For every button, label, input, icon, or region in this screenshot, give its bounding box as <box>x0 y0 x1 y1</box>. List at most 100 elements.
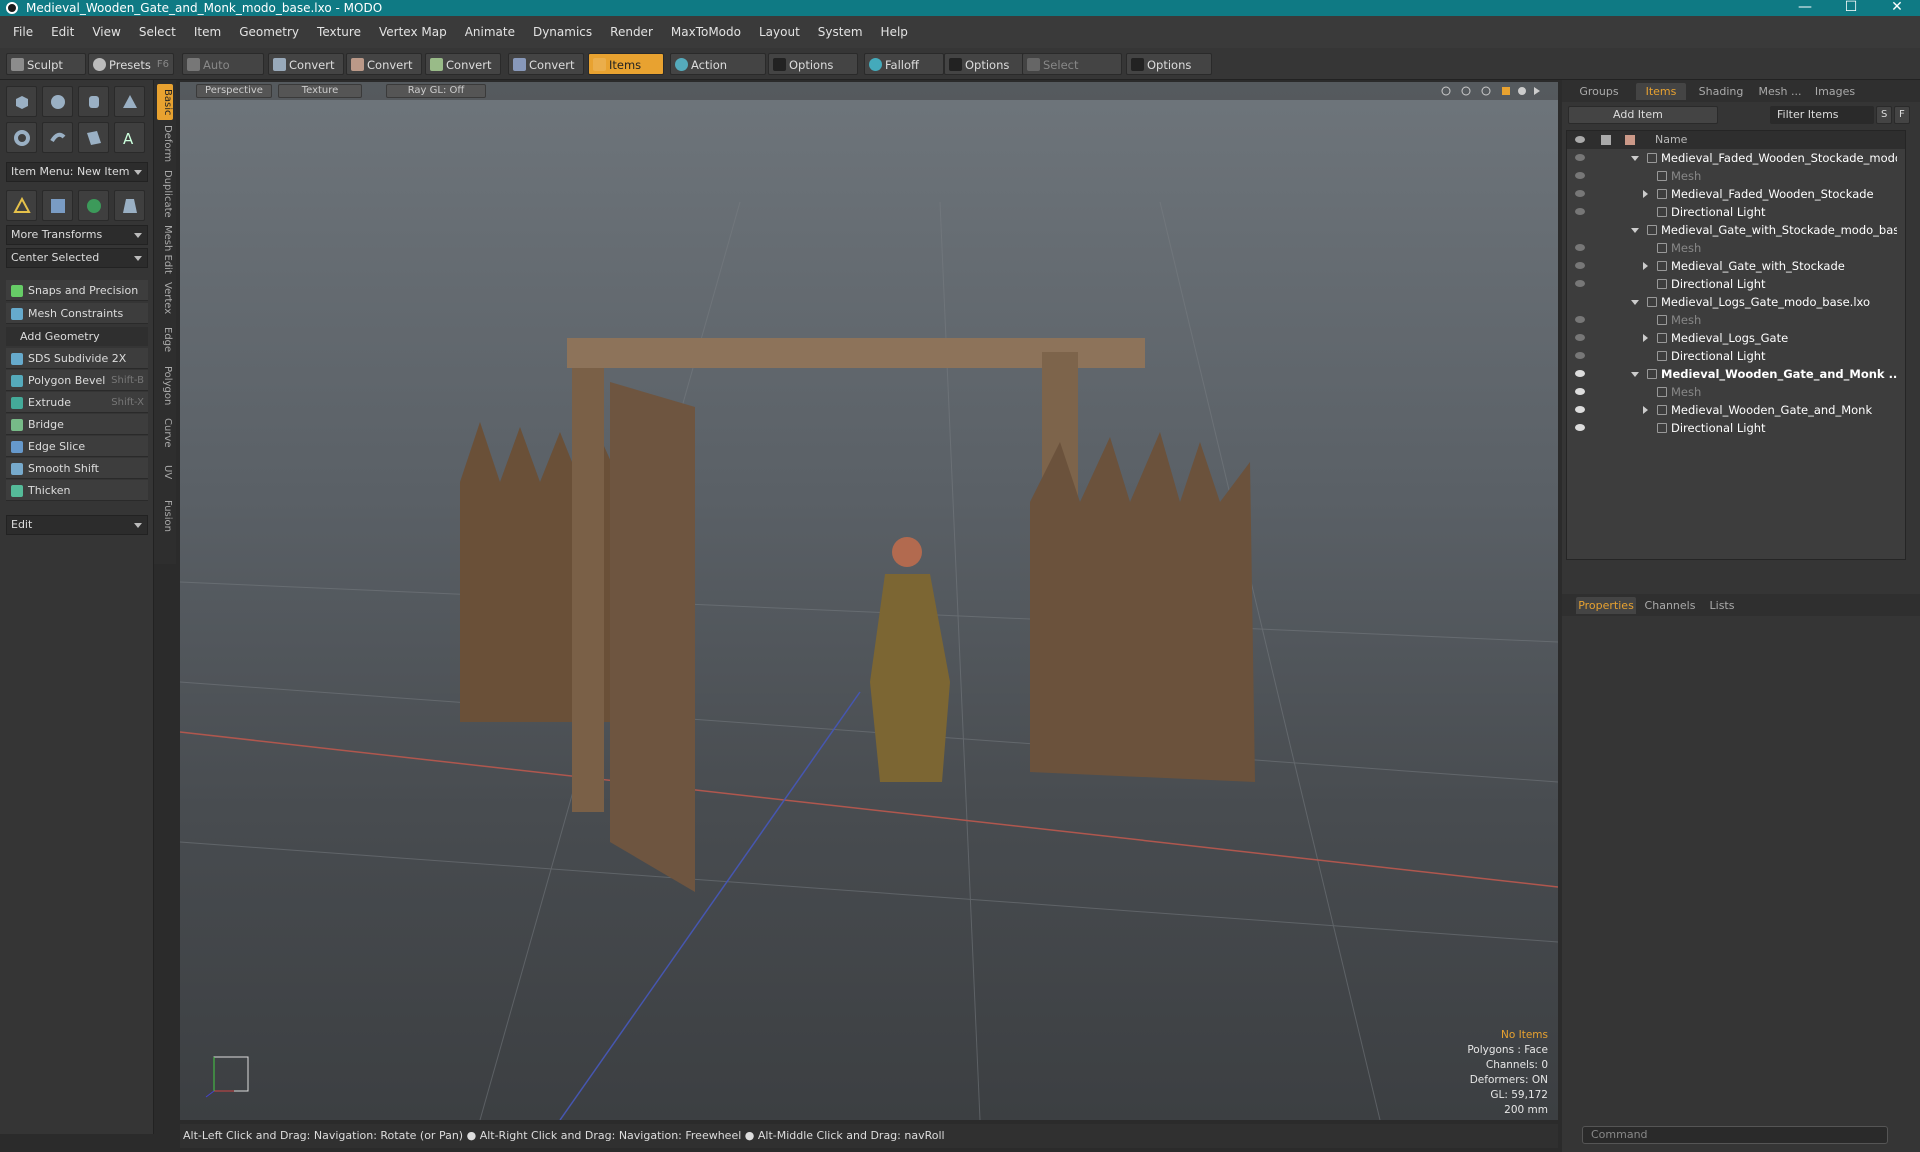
tab-mesh[interactable]: Mesh ... <box>1754 83 1806 100</box>
grid-icon[interactable] <box>42 190 73 221</box>
convert-button-3[interactable]: Convert <box>425 53 501 75</box>
more-transforms-dropdown[interactable]: More Transforms <box>6 225 148 245</box>
item-row[interactable]: Medieval_Logs_Gate <box>1567 329 1905 347</box>
convert-button-4[interactable]: Convert <box>508 53 584 75</box>
text-icon[interactable]: A <box>114 122 145 153</box>
visibility-eye-icon[interactable] <box>1575 262 1585 269</box>
menu-item-item[interactable]: Item <box>185 25 230 39</box>
item-row[interactable]: Mesh <box>1567 239 1905 257</box>
menu-item-layout[interactable]: Layout <box>750 25 809 39</box>
visibility-eye-icon[interactable] <box>1575 406 1585 413</box>
visibility-eye-icon[interactable] <box>1575 280 1585 287</box>
cylinder-icon[interactable] <box>78 86 109 117</box>
vtab-polygon[interactable]: Polygon <box>157 364 173 408</box>
item-row[interactable]: Medieval_Gate_with_Stockade <box>1567 257 1905 275</box>
visibility-eye-icon[interactable] <box>1575 244 1585 251</box>
expand-arrow-icon[interactable] <box>1631 300 1639 305</box>
shear-icon[interactable] <box>114 190 145 221</box>
item-row[interactable]: Mesh <box>1567 383 1905 401</box>
menu-item-file[interactable]: File <box>4 25 42 39</box>
tool-bridge-button[interactable]: Bridge <box>6 414 148 435</box>
tool-smooth-shift-button[interactable]: Smooth Shift <box>6 458 148 479</box>
snaps-precision-button[interactable]: Snaps and Precision <box>6 280 148 301</box>
menu-item-maxtomodo[interactable]: MaxToModo <box>662 25 750 39</box>
vtab-vertex[interactable]: Vertex <box>157 280 173 316</box>
cone-icon[interactable] <box>114 86 145 117</box>
vtab-deform[interactable]: Deform <box>157 124 173 164</box>
tab-groups[interactable]: Groups <box>1576 83 1622 100</box>
vtab-curve[interactable]: Curve <box>157 414 173 452</box>
maximize-button[interactable]: ☐ <box>1828 0 1874 16</box>
convert-button-2[interactable]: Convert <box>346 53 422 75</box>
tool-thicken-button[interactable]: Thicken <box>6 480 148 501</box>
action-center-button[interactable]: Action Center <box>670 53 766 94</box>
collapse-arrow-icon[interactable] <box>1643 262 1648 270</box>
select-through-button[interactable]: Select Through <box>1022 53 1122 94</box>
add-geometry-section[interactable]: Add Geometry <box>6 327 148 346</box>
vtab-uv[interactable]: UV <box>157 458 173 486</box>
command-input[interactable]: Command <box>1582 1126 1888 1144</box>
vtab-edge[interactable]: Edge <box>157 322 173 358</box>
tab-shading[interactable]: Shading <box>1692 83 1750 100</box>
menu-item-geometry[interactable]: Geometry <box>230 25 308 39</box>
collapse-arrow-icon[interactable] <box>1643 406 1648 414</box>
visibility-eye-icon[interactable] <box>1575 190 1585 197</box>
globe-icon[interactable] <box>78 190 109 221</box>
visibility-eye-icon[interactable] <box>1575 316 1585 323</box>
item-row[interactable]: Medieval_Logs_Gate_modo_base.lxo <box>1567 293 1905 311</box>
item-menu-dropdown[interactable]: Item Menu: New Item <box>6 162 148 182</box>
expand-arrow-icon[interactable] <box>1631 228 1639 233</box>
options-button-1[interactable]: Options <box>768 53 858 75</box>
menu-item-vertex-map[interactable]: Vertex Map <box>370 25 456 39</box>
collapse-arrow-icon[interactable] <box>1643 334 1648 342</box>
visibility-eye-icon[interactable] <box>1575 424 1585 431</box>
filter-s-button[interactable]: S <box>1876 106 1892 124</box>
falloff-button[interactable]: Falloff <box>864 53 944 75</box>
menu-item-view[interactable]: View <box>83 25 129 39</box>
visibility-eye-icon[interactable] <box>1575 388 1585 395</box>
add-item-button[interactable]: Add Item <box>1568 106 1718 124</box>
item-row[interactable]: Mesh <box>1567 311 1905 329</box>
tab-items[interactable]: Items <box>1636 83 1686 100</box>
menu-item-texture[interactable]: Texture <box>308 25 370 39</box>
menu-item-render[interactable]: Render <box>601 25 662 39</box>
pen-icon[interactable] <box>78 122 109 153</box>
visibility-eye-icon[interactable] <box>1575 352 1585 359</box>
item-row[interactable]: Medieval_Gate_with_Stockade_modo_bas ... <box>1567 221 1905 239</box>
tool-edge-slice-button[interactable]: Edge Slice <box>6 436 148 457</box>
center-selected-dropdown[interactable]: Center Selected <box>6 248 148 268</box>
mesh-constraints-button[interactable]: Mesh Constraints <box>6 303 148 324</box>
visibility-eye-icon[interactable] <box>1575 208 1585 215</box>
tube-icon[interactable] <box>42 122 73 153</box>
sculpt-button[interactable]: Sculpt <box>6 53 86 75</box>
tab-properties[interactable]: Properties <box>1576 597 1636 614</box>
visibility-eye-icon[interactable] <box>1575 154 1585 161</box>
tab-lists[interactable]: Lists <box>1702 597 1742 614</box>
menu-item-system[interactable]: System <box>809 25 872 39</box>
filter-f-button[interactable]: F <box>1894 106 1910 124</box>
vtab-basic[interactable]: Basic <box>157 84 173 120</box>
item-row[interactable]: Directional Light <box>1567 419 1905 437</box>
menu-item-help[interactable]: Help <box>872 25 917 39</box>
options-button-2[interactable]: Options <box>944 53 1024 75</box>
minimize-button[interactable]: — <box>1782 0 1828 16</box>
collapse-arrow-icon[interactable] <box>1643 190 1648 198</box>
filter-items-input[interactable]: Filter Items <box>1770 106 1874 124</box>
vtab-duplicate[interactable]: Duplicate <box>157 170 173 218</box>
sphere-icon[interactable] <box>42 86 73 117</box>
torus-icon[interactable] <box>6 122 37 153</box>
convert-button-1[interactable]: Convert <box>268 53 344 75</box>
3d-viewport[interactable]: Perspective Texture Ray GL: Off No Items <box>180 82 1558 1120</box>
tool-extrude-button[interactable]: Extrude Shift-X <box>6 392 148 413</box>
menu-item-dynamics[interactable]: Dynamics <box>524 25 601 39</box>
visibility-eye-icon[interactable] <box>1575 370 1585 377</box>
expand-arrow-icon[interactable] <box>1631 156 1639 161</box>
tab-channels[interactable]: Channels <box>1644 597 1696 614</box>
items-mode-button[interactable]: Items <box>588 53 664 75</box>
expand-arrow-icon[interactable] <box>1631 372 1639 377</box>
tool-sds-subdivide-2x-button[interactable]: SDS Subdivide 2X <box>6 348 148 369</box>
item-row[interactable]: Directional Light <box>1567 203 1905 221</box>
menu-item-edit[interactable]: Edit <box>42 25 83 39</box>
options-button-3[interactable]: Options <box>1126 53 1212 75</box>
item-row[interactable]: Medieval_Faded_Wooden_Stockade <box>1567 185 1905 203</box>
